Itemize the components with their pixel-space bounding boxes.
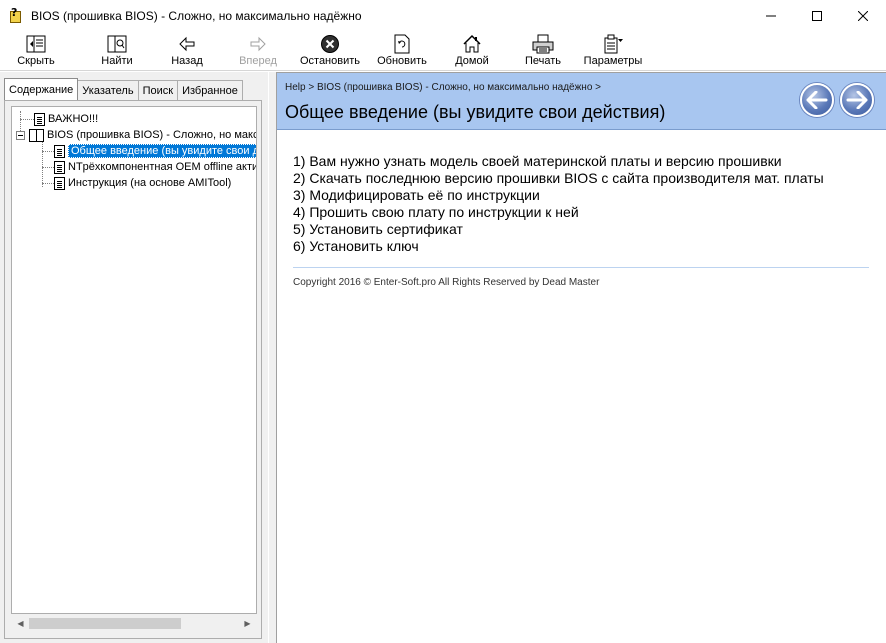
- arrow-left-icon: [806, 91, 828, 109]
- tree-horizontal-scrollbar[interactable]: ◀ ▶: [12, 615, 256, 632]
- find-button[interactable]: Найти: [82, 31, 152, 71]
- book-open-icon: [29, 128, 44, 142]
- scroll-right-icon[interactable]: ▶: [239, 615, 256, 632]
- tree-connector: [42, 151, 54, 152]
- next-topic-button[interactable]: [840, 83, 874, 117]
- hide-button[interactable]: Скрыть: [10, 31, 62, 71]
- home-icon: [463, 34, 481, 53]
- tree-item-important[interactable]: ВАЖНО!!!: [34, 111, 98, 127]
- tree-connector: [20, 119, 34, 120]
- tab-favorites-label: Избранное: [182, 84, 238, 97]
- hide-pane-icon: [26, 35, 46, 53]
- tab-contents-label: Содержание: [9, 83, 74, 96]
- find-label: Найти: [101, 55, 133, 67]
- window-controls: [748, 0, 886, 31]
- toolbar: Скрыть Найти Назад Вперед Остановить Обн…: [0, 31, 886, 71]
- print-label: Печать: [524, 55, 562, 67]
- arrow-right-icon: [846, 91, 868, 109]
- tab-index-label: Указатель: [82, 84, 134, 97]
- topic-content-pane: Help > BIOS (прошивка BIOS) - Сложно, но…: [276, 72, 886, 643]
- arrow-right-icon: [250, 36, 266, 52]
- navigation-pane: Содержание Указатель Поиск Избранное ВАЖ…: [0, 72, 268, 643]
- refresh-label: Обновить: [377, 55, 427, 67]
- minimize-button[interactable]: [748, 0, 794, 31]
- title-bar: ? BIOS (прошивка BIOS) - Сложно, но макс…: [0, 0, 886, 31]
- maximize-icon: [812, 10, 822, 21]
- tree-item-label: ВАЖНО!!!: [48, 113, 99, 125]
- divider: [293, 267, 869, 268]
- step-item: 1) Вам нужно узнать модель своей материн…: [293, 153, 782, 169]
- forward-button[interactable]: Вперед: [222, 31, 294, 71]
- refresh-icon: [394, 34, 410, 54]
- tree-item-label: BIOS (прошивка BIOS) - Сложно, но максим…: [47, 129, 256, 141]
- find-pane-icon: [107, 35, 127, 53]
- step-item: 6) Установить ключ: [293, 238, 419, 254]
- document-icon: [34, 112, 45, 126]
- tree-item-label: Инструкция (на основе AMITool): [68, 177, 232, 189]
- tree-connector: [42, 141, 43, 187]
- help-book-icon: ?: [8, 6, 24, 24]
- tab-favorites[interactable]: Избранное: [177, 80, 243, 100]
- close-button[interactable]: [840, 0, 886, 31]
- contents-tree[interactable]: ВАЖНО!!! BIOS (прошивка BIOS) - Сложно, …: [11, 106, 257, 614]
- tree-item-activation[interactable]: NTрёхкомпонентная OEM offline активация: [54, 159, 257, 175]
- close-icon: [858, 10, 868, 21]
- tab-contents[interactable]: Содержание: [4, 78, 79, 100]
- tree-item-bios-book[interactable]: BIOS (прошивка BIOS) - Сложно, но максим…: [16, 127, 256, 143]
- topic-header: Help > BIOS (прошивка BIOS) - Сложно, но…: [277, 73, 886, 130]
- tree-item-label-selected: Общее введение (вы увидите свои действия…: [68, 144, 256, 158]
- document-icon: [54, 176, 65, 190]
- maximize-button[interactable]: [794, 0, 840, 31]
- stop-icon: [321, 35, 339, 53]
- printer-icon: [532, 34, 554, 54]
- forward-label: Вперед: [239, 55, 277, 67]
- tree-item-intro[interactable]: Общее введение (вы увидите свои действия…: [54, 143, 256, 159]
- collapse-icon[interactable]: [16, 130, 25, 140]
- back-button[interactable]: Назад: [152, 31, 222, 71]
- tab-search[interactable]: Поиск: [137, 80, 179, 100]
- arrow-left-icon: [179, 36, 195, 52]
- options-label: Параметры: [583, 55, 643, 67]
- breadcrumb: Help > BIOS (прошивка BIOS) - Сложно, но…: [285, 82, 602, 93]
- back-label: Назад: [171, 55, 203, 67]
- step-item: 5) Установить сертификат: [293, 221, 463, 237]
- hide-label: Скрыть: [17, 55, 55, 67]
- nav-tabs: Содержание Указатель Поиск Избранное: [4, 78, 243, 100]
- copyright-text: Copyright 2016 © Enter-Soft.pro All Righ…: [293, 277, 600, 288]
- tab-search-label: Поиск: [142, 84, 174, 97]
- tree-item-instruction[interactable]: Инструкция (на основе AMITool): [54, 175, 231, 191]
- scrollbar-thumb[interactable]: [29, 618, 181, 629]
- contents-tab-panel: ВАЖНО!!! BIOS (прошивка BIOS) - Сложно, …: [4, 100, 262, 639]
- stop-label: Остановить: [299, 55, 361, 67]
- topic-body: 1) Вам нужно узнать модель своей материн…: [293, 153, 873, 288]
- scroll-left-icon[interactable]: ◀: [12, 615, 29, 632]
- tree-connector: [42, 183, 54, 184]
- document-icon: [54, 144, 65, 158]
- pane-splitter[interactable]: [268, 72, 276, 643]
- stop-button[interactable]: Остановить: [294, 31, 366, 71]
- refresh-button[interactable]: Обновить: [366, 31, 438, 71]
- step-item: 2) Скачать последнюю версию прошивки BIO…: [293, 170, 824, 186]
- tab-index[interactable]: Указатель: [77, 80, 139, 100]
- tree-item-label: NTрёхкомпонентная OEM offline активация: [68, 161, 257, 173]
- tree-connector: [42, 167, 54, 168]
- window-title: BIOS (прошивка BIOS) - Сложно, но максим…: [31, 8, 362, 23]
- options-button[interactable]: Параметры: [580, 31, 646, 71]
- prev-topic-button[interactable]: [800, 83, 834, 117]
- step-item: 3) Модифицировать её по инструкции: [293, 187, 540, 203]
- step-item: 4) Прошить свою плату по инструкции к не…: [293, 204, 579, 220]
- page-title: Общее введение (вы увидите свои действия…: [285, 102, 666, 122]
- document-icon: [54, 160, 65, 174]
- options-icon: [604, 34, 623, 54]
- home-label: Домой: [455, 55, 489, 67]
- minimize-icon: [766, 15, 776, 16]
- home-button[interactable]: Домой: [438, 31, 506, 71]
- print-button[interactable]: Печать: [506, 31, 580, 71]
